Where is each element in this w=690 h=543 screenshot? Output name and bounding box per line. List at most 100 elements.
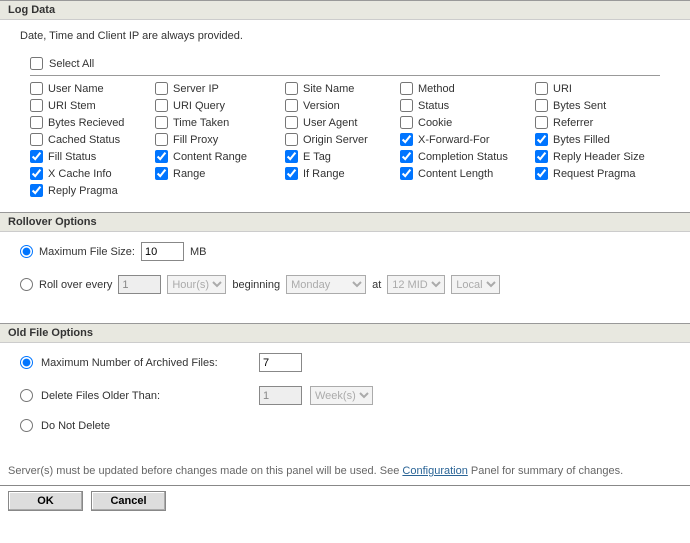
log-field-checkbox[interactable] [285,116,298,129]
log-field-cell: Reply Header Size [535,150,675,163]
notice-text: Server(s) must be updated before changes… [0,461,690,481]
log-field-checkbox[interactable] [30,82,43,95]
log-field-label: Request Pragma [553,168,636,180]
divider [30,75,660,76]
log-field-checkbox[interactable] [155,133,168,146]
log-field-checkbox[interactable] [285,99,298,112]
log-field-label: Server IP [173,83,219,95]
log-field-cell: Method [400,82,535,95]
log-field-checkbox[interactable] [30,150,43,163]
rollover-maxsize-radio[interactable] [20,245,33,258]
log-field-cell: Fill Status [30,150,155,163]
log-field-checkbox[interactable] [535,133,548,146]
log-field-cell: URI Query [155,99,285,112]
rollover-maxsize-input[interactable] [141,242,184,261]
log-field-label: X-Forward-For [418,134,490,146]
oldfile-deleteolder-radio[interactable] [20,389,33,402]
log-field-checkbox[interactable] [285,133,298,146]
log-field-cell: Server IP [155,82,285,95]
log-field-checkbox[interactable] [30,99,43,112]
log-field-cell: Site Name [285,82,400,95]
log-field-cell: Content Range [155,150,285,163]
log-field-label: Bytes Recieved [48,117,124,129]
log-field-label: Bytes Sent [553,100,606,112]
log-field-checkbox[interactable] [535,116,548,129]
log-field-checkbox[interactable] [535,150,548,163]
log-field-label: Reply Header Size [553,151,645,163]
log-field-checkbox[interactable] [400,133,413,146]
rollover-every-value [118,275,161,294]
log-field-label: User Name [48,83,104,95]
log-field-checkbox[interactable] [30,133,43,146]
log-field-checkbox[interactable] [30,184,43,197]
log-field-label: Content Range [173,151,247,163]
oldfile-maxarch-radio[interactable] [20,356,33,369]
log-field-checkbox[interactable] [285,150,298,163]
log-field-cell: User Agent [285,116,400,129]
log-field-cell: Reply Pragma [30,184,155,197]
log-field-label: Status [418,100,449,112]
log-field-cell: Referrer [535,116,675,129]
log-field-checkbox[interactable] [535,82,548,95]
select-all-checkbox[interactable] [30,57,43,70]
log-field-checkbox[interactable] [30,167,43,180]
log-field-checkbox[interactable] [285,167,298,180]
log-field-cell: Bytes Sent [535,99,675,112]
log-field-checkbox[interactable] [400,116,413,129]
log-field-checkbox[interactable] [535,99,548,112]
cancel-button[interactable]: Cancel [91,491,166,511]
log-field-cell: If Range [285,167,400,180]
log-field-cell: URI [535,82,675,95]
log-field-label: Content Length [418,168,493,180]
log-field-checkbox[interactable] [155,116,168,129]
log-field-label: URI Stem [48,100,96,112]
log-field-cell: URI Stem [30,99,155,112]
log-field-checkbox[interactable] [400,82,413,95]
log-field-cell: X-Forward-For [400,133,535,146]
rollover-every-unit: Hour(s) [167,275,226,294]
oldfile-maxarch-label: Maximum Number of Archived Files: [41,357,251,369]
log-field-label: Site Name [303,83,354,95]
log-field-cell: Content Length [400,167,535,180]
log-field-cell: Bytes Filled [535,133,675,146]
log-field-label: URI Query [173,100,225,112]
rollover-body: Maximum File Size: MB Roll over every Ho… [0,232,690,323]
oldfile-deleteolder-value [259,386,302,405]
oldfile-donotdelete-radio[interactable] [20,419,33,432]
log-field-checkbox[interactable] [30,116,43,129]
configuration-link[interactable]: Configuration [402,465,467,477]
log-field-cell: Status [400,99,535,112]
log-fields-grid: User NameServer IPSite NameMethodURIURI … [20,82,670,197]
log-field-cell: Request Pragma [535,167,675,180]
log-field-checkbox[interactable] [400,167,413,180]
oldfile-maxarch-input[interactable] [259,353,302,372]
log-field-checkbox[interactable] [535,167,548,180]
log-field-cell: Bytes Recieved [30,116,155,129]
log-field-cell: Version [285,99,400,112]
log-field-label: Cookie [418,117,452,129]
log-field-cell: Fill Proxy [155,133,285,146]
log-field-label: User Agent [303,117,357,129]
log-field-checkbox[interactable] [155,167,168,180]
rollover-at-time: 12 MID [387,275,445,294]
log-field-label: Cached Status [48,134,120,146]
log-field-label: E Tag [303,151,331,163]
log-field-checkbox[interactable] [155,150,168,163]
log-field-label: X Cache Info [48,168,112,180]
log-field-cell: Origin Server [285,133,400,146]
rollover-every-radio[interactable] [20,278,33,291]
section-header-log-data: Log Data [0,0,690,20]
ok-button[interactable]: OK [8,491,83,511]
oldfile-deleteolder-unit: Week(s) [310,386,373,405]
log-field-checkbox[interactable] [400,99,413,112]
rollover-at-label: at [372,279,381,291]
log-field-cell: Cookie [400,116,535,129]
log-field-cell: Range [155,167,285,180]
oldfile-body: Maximum Number of Archived Files: Delete… [0,343,690,461]
log-field-checkbox[interactable] [155,99,168,112]
log-field-checkbox[interactable] [400,150,413,163]
log-field-cell: X Cache Info [30,167,155,180]
log-field-cell: E Tag [285,150,400,163]
log-field-checkbox[interactable] [285,82,298,95]
log-field-checkbox[interactable] [155,82,168,95]
